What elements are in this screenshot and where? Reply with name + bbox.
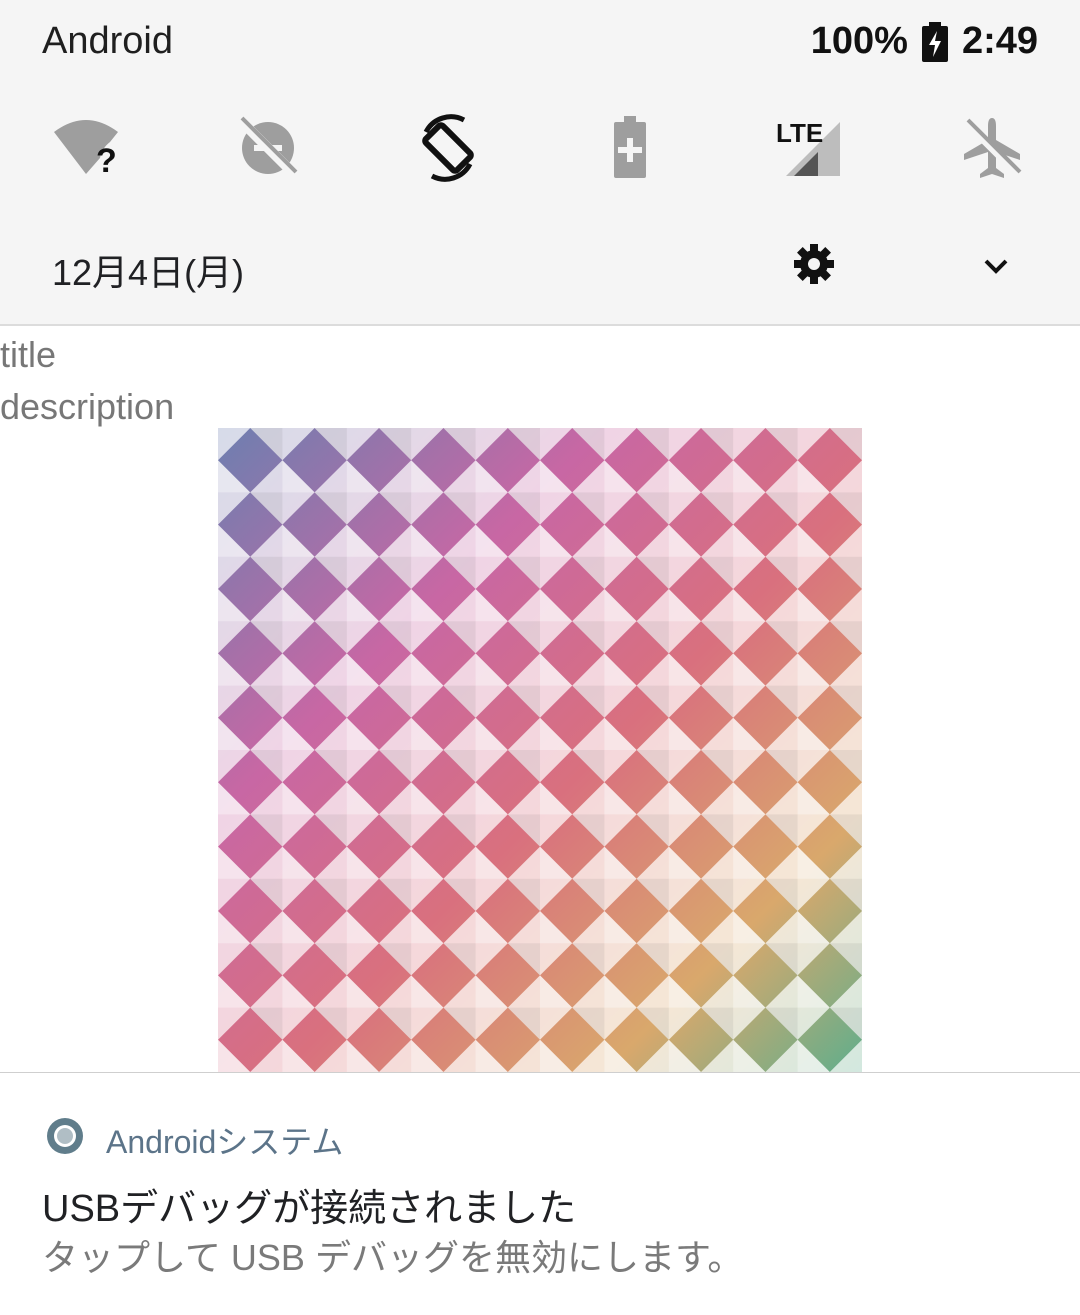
expand-button[interactable] bbox=[974, 244, 1018, 288]
dnd-tile[interactable] bbox=[230, 110, 306, 186]
airplane-mode-tile[interactable] bbox=[954, 110, 1030, 186]
usb-debugging-notification[interactable]: Androidシステム USBデバッグが接続されました タップして USB デバ… bbox=[0, 1073, 1080, 1315]
carrier-label: Android bbox=[42, 20, 173, 62]
battery-saver-icon bbox=[614, 116, 646, 178]
notification-text: タップして USB デバッグを無効にします。 bbox=[42, 1237, 744, 1278]
notification-description: description bbox=[0, 386, 175, 427]
battery-percent: 100% bbox=[810, 20, 908, 62]
gear-icon bbox=[794, 244, 834, 284]
auto-rotate-tile[interactable] bbox=[410, 110, 486, 186]
do-not-disturb-off-icon bbox=[236, 116, 298, 178]
date-label: 12月4日(月) bbox=[52, 252, 245, 293]
lte-signal-icon: LTE bbox=[776, 118, 840, 176]
notification-pattern-image bbox=[218, 428, 862, 1072]
settings-button[interactable] bbox=[790, 240, 838, 288]
wifi-unknown-icon: ? bbox=[54, 120, 118, 180]
svg-text:LTE: LTE bbox=[776, 118, 823, 148]
wifi-tile[interactable]: ? bbox=[48, 110, 124, 186]
app-name: Androidシステム bbox=[106, 1124, 344, 1160]
battery-saver-tile[interactable] bbox=[592, 110, 668, 186]
notification-title: title bbox=[0, 334, 57, 375]
status-bar: Android 100% 2:49 bbox=[0, 0, 1080, 86]
shade-footer: 12月4日(月) bbox=[0, 236, 1080, 296]
chevron-down-icon bbox=[984, 259, 1008, 274]
auto-rotate-icon bbox=[422, 114, 474, 182]
airplane-mode-icon bbox=[963, 118, 1022, 178]
notification-title: USBデバッグが接続されました bbox=[42, 1188, 577, 1230]
svg-text:?: ? bbox=[96, 142, 117, 180]
quick-settings-row: ? LTE bbox=[0, 110, 1080, 186]
mobile-data-tile[interactable]: LTE bbox=[772, 110, 848, 186]
clock: 2:49 bbox=[961, 20, 1038, 62]
status-indicators: 100% 2:49 bbox=[811, 20, 1038, 63]
custom-notification[interactable]: title description bbox=[0, 328, 1080, 1072]
android-system-icon bbox=[47, 1118, 83, 1154]
battery-charging-icon bbox=[921, 21, 948, 62]
